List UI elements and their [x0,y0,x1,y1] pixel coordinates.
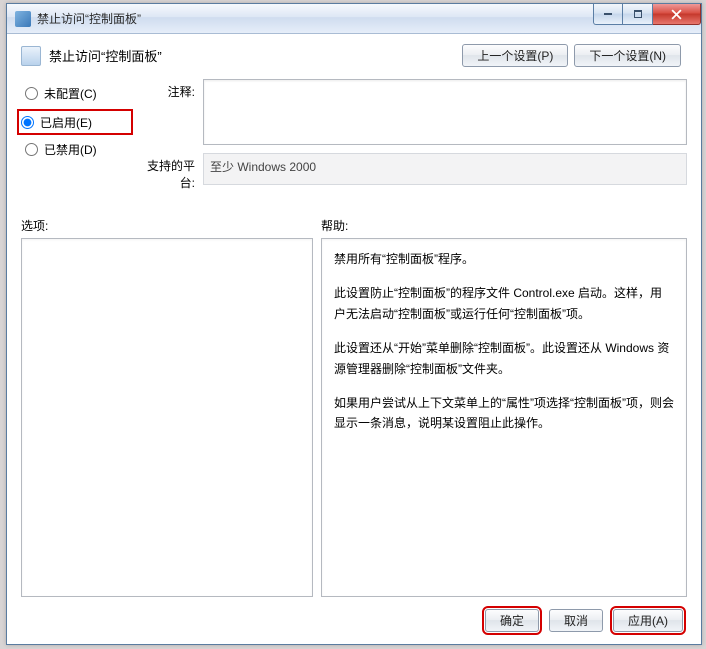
state-radio-group: 未配置(C) 已启用(E) 已禁用(D) [21,79,133,199]
titlebar[interactable]: 禁止访问“控制面板” [7,4,701,34]
cancel-button[interactable]: 取消 [549,609,603,632]
help-label: 帮助: [321,217,348,234]
policy-title: 禁止访问“控制面板” [49,46,462,65]
help-paragraph: 如果用户尝试从上下文菜单上的“属性”项选择“控制面板”项，则会显示一条消息，说明… [334,393,674,434]
dialog-window: 禁止访问“控制面板” 禁止访问“控制面板” 上一个设置(P) 下一个设置(N) … [6,3,702,645]
ok-button[interactable]: 确定 [485,609,539,632]
maximize-button[interactable] [623,4,653,25]
content-area: 禁止访问“控制面板” 上一个设置(P) 下一个设置(N) 未配置(C) 已启用(… [7,34,701,644]
options-pane[interactable] [21,238,313,597]
supported-platform-text: 至少 Windows 2000 [210,160,316,174]
close-button[interactable] [653,4,701,25]
next-setting-button[interactable]: 下一个设置(N) [574,44,681,67]
minimize-button[interactable] [593,4,623,25]
platform-label: 支持的平台: [133,153,203,191]
comment-label: 注释: [133,79,203,145]
comment-textarea[interactable] [203,79,687,145]
app-icon [15,11,31,27]
help-pane[interactable]: 禁用所有“控制面板”程序。 此设置防止“控制面板”的程序文件 Control.e… [321,238,687,597]
previous-setting-button[interactable]: 上一个设置(P) [462,44,568,67]
radio-not-configured[interactable]: 未配置(C) [21,81,133,105]
help-paragraph: 此设置防止“控制面板”的程序文件 Control.exe 启动。这样，用户无法启… [334,283,674,324]
policy-icon [21,46,41,66]
radio-not-configured-label: 未配置(C) [44,85,97,102]
help-paragraph: 禁用所有“控制面板”程序。 [334,249,674,269]
help-paragraph: 此设置还从“开始”菜单删除“控制面板”。此设置还从 Windows 资源管理器删… [334,338,674,379]
radio-disabled-input[interactable] [25,143,38,156]
radio-disabled[interactable]: 已禁用(D) [21,137,133,161]
options-label: 选项: [21,217,321,234]
apply-button[interactable]: 应用(A) [613,609,683,632]
window-title: 禁止访问“控制面板” [37,10,141,27]
window-control-buttons [593,4,701,25]
radio-enabled[interactable]: 已启用(E) [17,109,133,135]
radio-enabled-label: 已启用(E) [40,114,92,131]
radio-disabled-label: 已禁用(D) [44,141,97,158]
supported-platform-box: 至少 Windows 2000 [203,153,687,185]
radio-enabled-input[interactable] [21,116,34,129]
radio-not-configured-input[interactable] [25,87,38,100]
